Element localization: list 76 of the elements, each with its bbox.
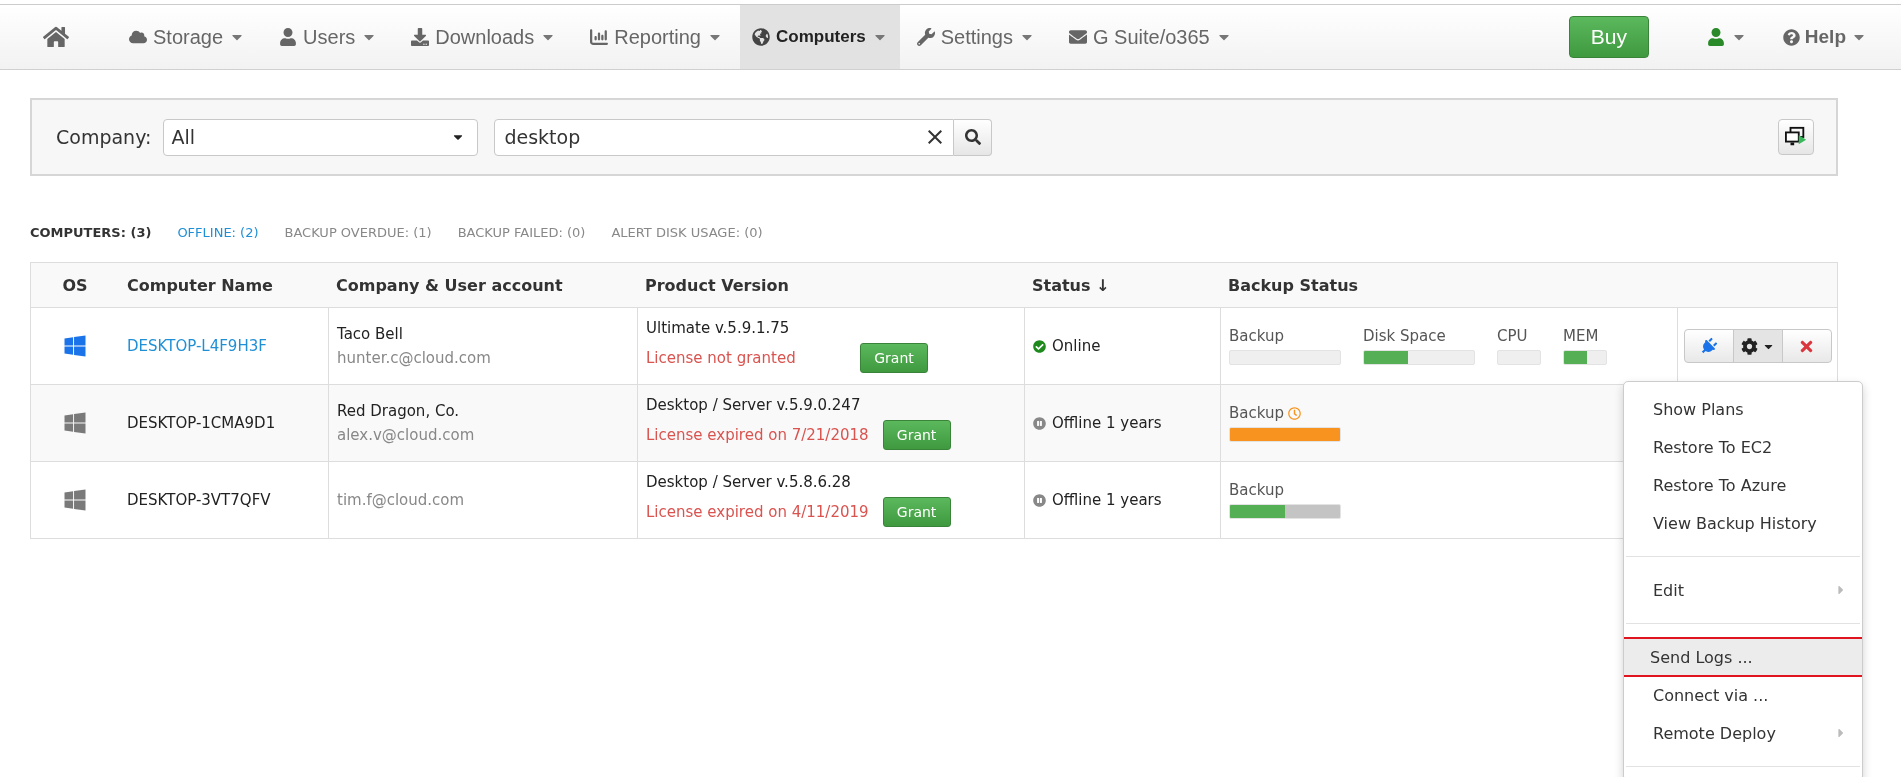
filter-tab[interactable]: BACKUP OVERDUE: (1)	[284, 224, 432, 240]
connect-button[interactable]	[1683, 329, 1734, 363]
computer-link[interactable]: DESKTOP-L4F9H3F	[127, 337, 320, 355]
meter-label: CPU	[1497, 327, 1528, 345]
settings-icon	[1740, 337, 1758, 355]
license-status: License not granted	[646, 349, 797, 367]
menu-item[interactable]: Connect via ...	[1624, 676, 1862, 714]
monitor-play-icon	[1785, 126, 1807, 148]
computer-name: DESKTOP-1CMA9D1	[127, 414, 277, 432]
filter-tab[interactable]: COMPUTERS: (3)	[30, 224, 152, 240]
menu-item[interactable]: Remote Deploy	[1624, 714, 1862, 752]
buy-button[interactable]: Buy	[1568, 16, 1649, 58]
nav-tab[interactable]: Settings	[899, 5, 1052, 69]
grant-button[interactable]: Grant	[860, 343, 928, 373]
search-button[interactable]	[954, 118, 993, 156]
delete-button[interactable]	[1781, 329, 1832, 363]
product-version: Desktop / Server v.5.8.6.28	[646, 473, 852, 491]
status-text: Offline 1 years	[1052, 491, 1162, 509]
column-header[interactable]: Status ↓	[1032, 275, 1212, 295]
user-account: alex.v@cloud.com	[337, 426, 476, 444]
grant-button[interactable]: Grant	[882, 497, 951, 527]
product-version: Ultimate v.5.9.1.75	[646, 319, 791, 337]
column-header: OS	[62, 275, 88, 295]
filter-tab[interactable]: BACKUP FAILED: (0)	[457, 224, 586, 240]
search-icon	[964, 129, 981, 145]
user-icon	[279, 28, 298, 46]
search-field[interactable]: desktop	[494, 118, 955, 156]
status-text: Online	[1052, 337, 1101, 355]
user-icon	[1706, 28, 1725, 46]
user-account: hunter.c@cloud.com	[337, 349, 492, 367]
meter-label: Backup	[1229, 481, 1284, 499]
nav-tab[interactable]: Reporting	[573, 5, 740, 69]
column-header: Company & User account	[336, 275, 564, 295]
filter-tab[interactable]: OFFLINE: (2)	[177, 224, 259, 240]
license-status: License expired on 4/11/2019	[646, 503, 869, 521]
filter-tab[interactable]: ALERT DISK USAGE: (0)	[611, 224, 763, 240]
nav-tab[interactable]: Computers	[739, 5, 900, 69]
cloud-icon	[129, 28, 147, 46]
nav-tab[interactable]: Storage	[112, 5, 263, 69]
user-account: tim.f@cloud.com	[337, 491, 466, 509]
column-header: Backup Status	[1228, 275, 1360, 295]
computer-name: DESKTOP-3VT7QFV	[127, 491, 272, 509]
envelope-icon	[1068, 28, 1087, 46]
help-menu[interactable]: Help	[1768, 5, 1881, 69]
product-version: Desktop / Server v.5.9.0.247	[646, 396, 862, 414]
bar-chart-icon	[590, 28, 609, 46]
nav-tab[interactable]: G Suite/o365	[1051, 5, 1249, 69]
settings-button[interactable]	[1732, 329, 1783, 363]
globe-icon	[751, 28, 770, 46]
menu-item[interactable]: Send Logs ...	[1624, 638, 1862, 676]
nav-tab[interactable]: Downloads	[394, 5, 574, 69]
company-select[interactable]: All	[163, 118, 479, 156]
column-header: Computer Name	[127, 275, 274, 295]
nav-tab[interactable]: Users	[262, 5, 395, 69]
home-icon	[43, 24, 69, 50]
menu-item[interactable]: Edit	[1624, 571, 1862, 609]
remote-desktop-button[interactable]	[1778, 119, 1814, 155]
clock-icon	[1288, 406, 1301, 420]
grant-button[interactable]: Grant	[882, 420, 951, 450]
download-icon	[411, 28, 430, 46]
menu-item[interactable]: Restore To EC2	[1624, 428, 1862, 466]
meter-label: Backup	[1229, 404, 1284, 422]
menu-item[interactable]: Restore To Azure	[1624, 466, 1862, 504]
meter-label: Backup	[1229, 327, 1284, 345]
menu-item[interactable]: View Backup History	[1624, 504, 1862, 542]
wrench-icon	[916, 28, 935, 46]
meter-label: MEM	[1563, 327, 1599, 345]
company-name: Red Dragon, Co.	[337, 402, 461, 420]
company-name: Taco Bell	[337, 325, 404, 343]
license-status: License expired on 7/21/2018	[646, 426, 869, 444]
status-text: Offline 1 years	[1052, 414, 1162, 432]
column-header: Product Version	[645, 275, 790, 295]
meter-label: Disk Space	[1363, 327, 1446, 345]
menu-item[interactable]: Show Plans	[1624, 390, 1862, 428]
help-icon	[1782, 28, 1800, 46]
company-label: Company:	[56, 126, 152, 148]
